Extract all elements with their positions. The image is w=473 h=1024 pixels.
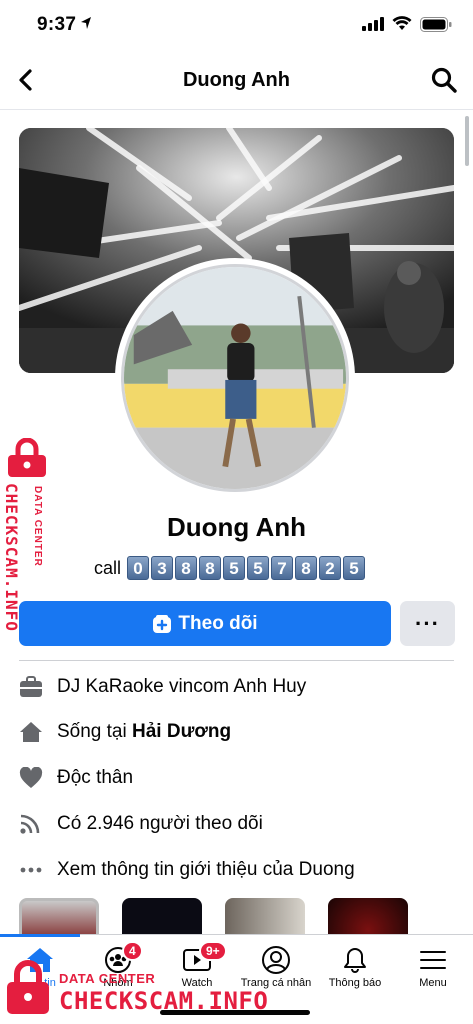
avatar[interactable] — [115, 258, 355, 498]
watermark-brand: CHECKSCAM.INFO — [59, 987, 269, 1015]
page-title: Duong Anh — [182, 69, 290, 91]
watermark-brand: CHECKSCAM.INFO — [2, 483, 21, 632]
photo-thumbnails — [19, 898, 431, 938]
heart-icon — [19, 766, 43, 790]
lock-icon — [7, 960, 49, 1014]
home-icon — [19, 720, 43, 744]
phone-digit: 3 — [151, 556, 174, 580]
profile-header: Duong Anh — [0, 52, 473, 110]
photo-thumbnail[interactable] — [328, 898, 408, 938]
info-followers-text: Có 2.946 người theo dõi — [57, 813, 263, 834]
profile-name: Duong Anh — [166, 512, 307, 542]
watermark-tagline: DATA CENTER — [32, 486, 43, 567]
briefcase-icon — [19, 675, 43, 699]
phone-digit: 5 — [247, 556, 270, 580]
info-relationship: Độc thân — [19, 763, 133, 793]
location-arrow-icon — [81, 17, 91, 29]
battery-icon — [420, 17, 452, 32]
cellular-signal-icon — [362, 17, 384, 31]
info-lives-prefix: Sống tại — [57, 721, 127, 742]
bell-icon — [344, 948, 366, 973]
status-time: 9:37 — [37, 14, 77, 35]
tab-notifications-label: Thông báo — [328, 977, 382, 989]
info-lives: Sống tại Hải Dương — [19, 717, 231, 747]
menu-icon — [420, 951, 446, 969]
info-see-more[interactable]: Xem thông tin giới thiệu của Duong — [19, 855, 355, 885]
watch-badge: 9+ — [199, 941, 227, 961]
watermark-tagline: DATA CENTER — [59, 971, 156, 986]
phone-number: call 0 3 8 8 5 5 7 8 2 5 — [94, 556, 367, 580]
phone-digit: 5 — [343, 556, 366, 580]
active-tab-indicator — [0, 934, 80, 937]
wifi-icon — [392, 16, 412, 30]
photo-thumbnail[interactable] — [225, 898, 305, 938]
phone-digit: 5 — [223, 556, 246, 580]
info-see-more-text: Xem thông tin giới thiệu của Duong — [57, 859, 355, 880]
phone-digit: 2 — [319, 556, 342, 580]
info-followers[interactable]: Có 2.946 người theo dõi — [19, 809, 263, 839]
follow-label: Theo dõi — [178, 612, 258, 634]
search-icon[interactable] — [430, 66, 458, 94]
tab-menu[interactable]: Menu — [393, 943, 473, 989]
lock-icon — [8, 438, 46, 477]
rss-feed-icon — [19, 812, 43, 836]
call-label: call — [94, 557, 122, 578]
photo-thumbnail[interactable] — [19, 898, 99, 938]
phone-digit: 8 — [295, 556, 318, 580]
phone-digit: 0 — [127, 556, 150, 580]
tab-notifications[interactable]: Thông báo — [315, 943, 395, 989]
scrollbar[interactable] — [465, 116, 469, 166]
photo-thumbnail[interactable] — [122, 898, 202, 938]
more-label: ··· — [415, 610, 440, 636]
status-bar: 9:37 — [0, 0, 473, 50]
info-relationship-text: Độc thân — [57, 767, 134, 788]
follow-button[interactable]: Theo dõi — [19, 601, 391, 646]
info-work: DJ KaRaoke vincom Anh Huy — [19, 672, 306, 702]
watermark-side: CHECKSCAM.INFO DATA CENTER — [2, 438, 54, 663]
watermark-bottom: DATA CENTER CHECKSCAM.INFO — [2, 960, 302, 1020]
more-options-button[interactable]: ··· — [400, 601, 455, 646]
info-lives-place[interactable]: Hải Dương — [132, 721, 231, 743]
phone-digit: 7 — [271, 556, 294, 580]
groups-badge: 4 — [122, 941, 143, 961]
divider — [19, 660, 454, 661]
info-work-text: DJ KaRaoke vincom Anh Huy — [57, 676, 307, 697]
tab-menu-label: Menu — [419, 977, 447, 989]
follow-plus-icon — [153, 614, 172, 633]
phone-digit: 8 — [175, 556, 198, 580]
phone-digit: 8 — [199, 556, 222, 580]
ellipsis-icon — [19, 858, 43, 882]
